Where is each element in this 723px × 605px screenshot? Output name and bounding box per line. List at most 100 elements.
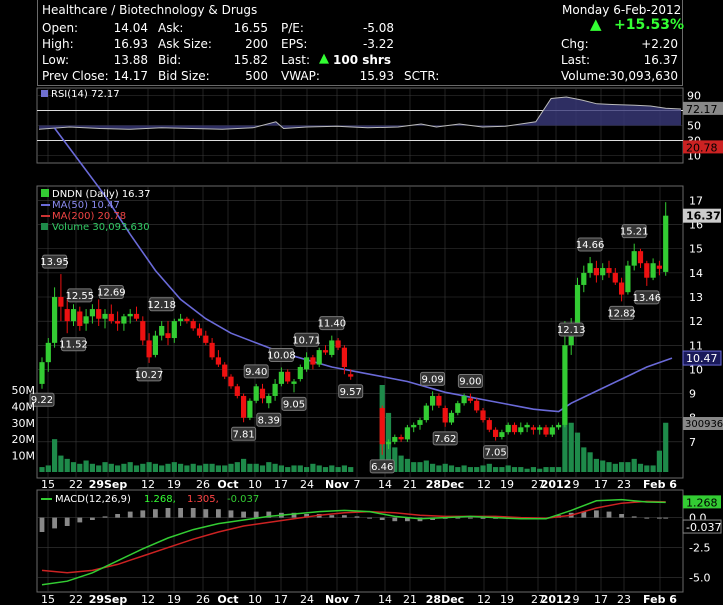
macd-histogram-bar [468, 517, 473, 519]
candle-body [259, 388, 266, 399]
x-axis-label-bottom: 22 [69, 593, 83, 605]
price-annotation: 12.13 [557, 325, 586, 336]
volume-bar [108, 463, 114, 472]
volume-bar [184, 465, 190, 472]
candle-body [184, 318, 190, 322]
volume-tick-label: 40M [12, 400, 36, 413]
symbol-legend: DNDN (Daily) 16.37 [52, 189, 150, 200]
price-annotation: 12.69 [97, 287, 126, 298]
volume-bar [278, 465, 284, 472]
macd-histogram-bar [52, 517, 57, 529]
candle-body [304, 357, 310, 370]
volume-bar [474, 467, 480, 472]
candle-body [404, 427, 410, 440]
x-axis-label: 15 [41, 478, 55, 491]
candle-body [524, 424, 530, 428]
volume-bar [89, 463, 95, 472]
macd-histogram-bar [379, 517, 385, 520]
macd-histogram-bar [127, 511, 133, 518]
candle-body [385, 441, 392, 445]
x-axis-label-bottom: Feb 6 [643, 593, 677, 605]
x-axis-label: 19 [500, 478, 514, 491]
volume-bar [518, 467, 524, 472]
macd-histogram-bar [165, 508, 171, 518]
candle-body [455, 403, 461, 413]
candle-body [663, 215, 669, 272]
rsi-legend-swatch [41, 90, 48, 97]
candle-body [234, 386, 240, 396]
candle-body [543, 427, 549, 435]
volume-bar [159, 465, 165, 472]
volume-bar [96, 465, 102, 472]
volume-bar [411, 462, 417, 472]
rsi-low-badge-label: 20.78 [686, 141, 718, 154]
x-axis-label: 26 [196, 478, 210, 491]
volume-bar [530, 467, 536, 472]
volume-bar [297, 465, 303, 472]
x-axis-label: 12 [141, 478, 155, 491]
histogram-legend-value: -0.037 [227, 494, 259, 505]
candle-body [348, 374, 354, 377]
macd-histogram-bar [241, 511, 246, 518]
volume-bar [215, 465, 221, 472]
candle-body [203, 335, 209, 343]
candle-body [467, 398, 473, 401]
candle-body [511, 424, 518, 433]
candle-body [253, 386, 259, 401]
volume-bar [436, 465, 442, 472]
price-annotation: 9.00 [459, 377, 481, 388]
rsi-fill [39, 97, 681, 130]
volume-bar [537, 468, 543, 472]
volume-bar [140, 463, 146, 472]
macd-histogram-bar [228, 510, 234, 518]
candle-body [196, 328, 203, 336]
volume-bar [272, 463, 278, 472]
macd-badge-label: 1.268 [686, 496, 718, 509]
volume-bar [310, 463, 316, 472]
signal-legend-value: 1.305, [187, 494, 219, 505]
price-annotation: 6.46 [371, 462, 393, 473]
volume-bar [499, 467, 505, 472]
volume-bar [209, 463, 215, 472]
rsi-tick-label: 50 [687, 120, 701, 133]
macd-histogram-bar [619, 514, 624, 518]
macd-panel [39, 498, 669, 586]
candle-body [291, 381, 297, 384]
volume-bar [556, 467, 562, 472]
x-axis-label-bottom: 24 [300, 593, 314, 605]
candle-body [474, 400, 480, 411]
candle-body [190, 321, 196, 329]
x-axis-label-bottom: 10 [248, 593, 262, 605]
volume-bar [505, 465, 511, 472]
macd-histogram-bar [657, 517, 662, 519]
macd-histogram-bar [644, 517, 650, 519]
x-axis-label: Nov [325, 478, 350, 491]
volume-bar [423, 460, 429, 472]
price-annotation: 9.09 [421, 374, 443, 385]
volume-bar [568, 422, 574, 472]
candle-body [77, 311, 83, 326]
volume-bar [656, 450, 662, 472]
volume-tick-label: 50M [12, 384, 36, 397]
volume-bar [348, 467, 354, 472]
volume-bar [304, 467, 310, 472]
volume-legend-swatch [41, 223, 48, 230]
candle-body [461, 395, 467, 404]
candle-body [430, 395, 436, 406]
last-price-badge-label: 16.37 [686, 210, 721, 223]
volume-bar [442, 463, 448, 472]
volume-bar [650, 465, 656, 472]
candle-body [329, 340, 335, 355]
macd-histogram-bar [77, 517, 83, 523]
macd-histogram-bar [39, 517, 45, 532]
volume-bar [322, 467, 329, 472]
volume-bar [329, 465, 335, 472]
volume-bar [234, 462, 240, 472]
x-axis-label-bottom: 17 [594, 593, 608, 605]
volume-bar [83, 460, 89, 472]
candle-body [518, 427, 524, 433]
x-axis-label: Feb 6 [643, 478, 677, 491]
price-annotation: 12.18 [147, 300, 176, 311]
candle-body [171, 321, 177, 339]
macd-histogram-bar [663, 517, 669, 519]
